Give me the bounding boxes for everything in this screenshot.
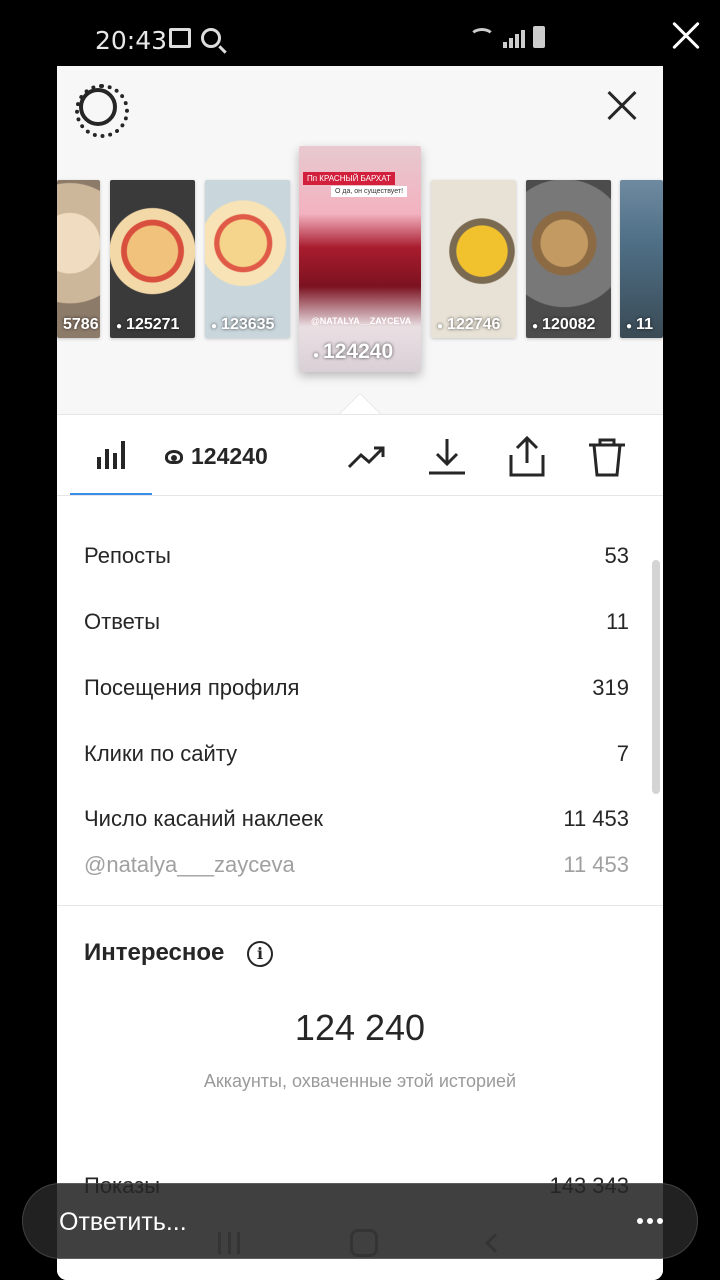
info-icon[interactable]: i	[247, 941, 273, 967]
stat-label: @natalya___zayceva	[84, 852, 295, 877]
status-bar: 20:43	[57, 0, 663, 66]
selection-pointer	[340, 394, 380, 414]
stat-label: Посещения профиля	[84, 675, 300, 700]
download-icon[interactable]	[425, 435, 469, 479]
stat-row-profile-visits: Посещения профиля 319	[84, 675, 629, 701]
story-banner: Пп КРАСНЫЙ БАРХАТ	[303, 172, 395, 185]
views-count: 124240	[165, 443, 268, 470]
eye-icon: ●	[626, 321, 633, 332]
stat-label: Клики по сайту	[84, 741, 238, 766]
story-thumbnail[interactable]: ● 120082	[526, 180, 611, 338]
eye-icon: ●	[313, 350, 320, 361]
reply-placeholder: Ответить...	[59, 1208, 187, 1236]
stat-row-replies: Ответы 11	[84, 609, 629, 635]
scrollbar[interactable]	[652, 560, 660, 794]
eye-icon: ●	[437, 321, 444, 332]
trending-icon[interactable]	[345, 435, 389, 479]
story-caption: О да, он существует!	[331, 186, 408, 197]
story-thumbnail-selected[interactable]: Пп КРАСНЫЙ БАРХАТ О да, он существует! @…	[299, 146, 421, 372]
story-thumbnail[interactable]: 5786	[57, 180, 100, 338]
eye-icon	[165, 449, 183, 464]
story-thumbnail[interactable]: ● 123635	[205, 180, 290, 338]
story-thumbnail[interactable]: ● 125271	[110, 180, 195, 338]
status-time: 20:43	[95, 26, 168, 55]
story-toolbar: 124240	[57, 414, 663, 496]
section-title: Интересное	[84, 939, 225, 966]
stat-row-website-clicks: Клики по сайту 7	[84, 741, 629, 767]
story-views: 124240	[323, 340, 394, 363]
story-views: 11	[636, 316, 653, 333]
reach-label: Аккаунты, охваченные этой историей	[203, 1071, 517, 1091]
stat-value: 11 453	[563, 806, 629, 831]
story-header: 5786 ● 125271 ● 123635 Пп КРАСНЫЙ БАРХАТ О…	[57, 66, 663, 414]
eye-icon: ●	[532, 321, 539, 332]
stat-label: Репосты	[84, 543, 171, 568]
story-views: 122746	[447, 316, 501, 333]
battery-icon	[533, 26, 545, 48]
reach-value: 124 240	[294, 1007, 426, 1048]
stat-label: Ответы	[84, 609, 161, 634]
search-icon	[201, 28, 221, 48]
stat-value: 7	[616, 741, 629, 766]
stat-row-mention-sticker[interactable]: @natalya___zayceva 11 453	[84, 852, 629, 878]
stats-list: Репосты 53 Ответы 11 Посещения профиля 3…	[57, 496, 663, 906]
eye-icon: ●	[116, 321, 123, 332]
more-options-icon[interactable]	[637, 1218, 663, 1224]
stat-row-sticker-taps: Число касаний наклеек 11 453	[84, 806, 629, 832]
reply-input[interactable]: Ответить...	[22, 1183, 698, 1259]
stat-value: 53	[604, 543, 629, 568]
story-thumbnail[interactable]: ● 122746	[431, 180, 516, 338]
story-handle: @NATALYA__ZAYCEVA	[311, 316, 412, 326]
story-views: 123635	[221, 316, 275, 333]
views-value: 124240	[191, 443, 268, 469]
tab-stats[interactable]	[70, 415, 152, 495]
stat-value: 319	[592, 675, 629, 700]
story-views: 5786	[63, 316, 99, 333]
story-views: 120082	[542, 316, 596, 333]
signal-icon	[503, 30, 525, 48]
settings-gear-icon[interactable]	[75, 84, 129, 138]
stat-row-reposts: Репосты 53	[84, 543, 629, 569]
stat-value: 11 453	[563, 852, 629, 877]
eye-icon: ●	[211, 321, 218, 332]
share-icon[interactable]	[505, 435, 549, 479]
trash-icon[interactable]	[585, 435, 629, 479]
stats-bars-icon	[97, 441, 125, 469]
phone-screen: 20:43 5786 ● 125271 ● 123635 Пп КРАСНЫЙ БА…	[57, 0, 663, 1280]
viewer-close-icon[interactable]	[664, 14, 708, 58]
gallery-icon	[169, 28, 191, 48]
stat-value: 11	[606, 609, 629, 634]
story-views: 125271	[126, 316, 180, 333]
wifi-icon	[469, 28, 495, 48]
stat-label: Число касаний наклеек	[84, 806, 323, 831]
close-icon[interactable]	[603, 88, 639, 124]
story-thumbnail[interactable]: ● 11	[620, 180, 663, 338]
